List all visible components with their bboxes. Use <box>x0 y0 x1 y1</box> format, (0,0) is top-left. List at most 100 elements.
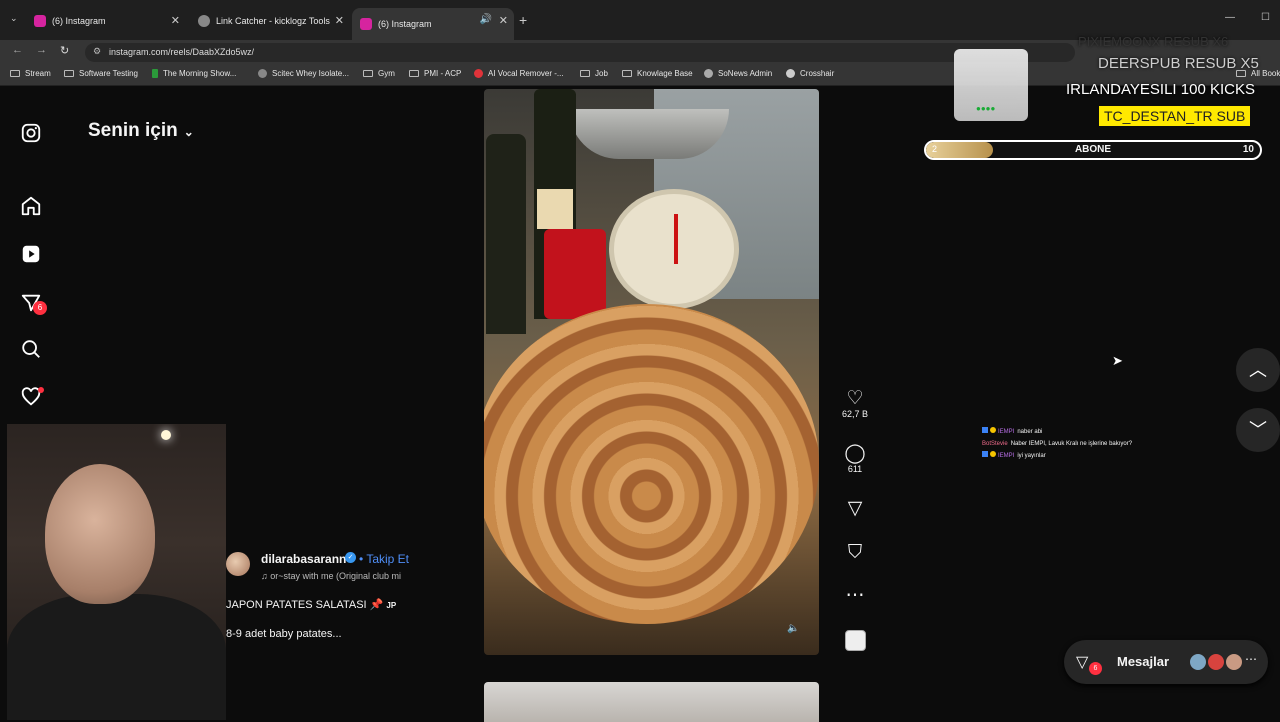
stream-cup-overlay: ●●●● <box>954 49 1028 121</box>
next-reel-preview[interactable] <box>484 682 819 722</box>
bookmark-icon: ⛉ <box>847 542 863 563</box>
share-icon: ▽ <box>847 498 863 519</box>
chat-line: BotStevie Naber IEMPI, Lavuk Kralı ne işl… <box>982 438 1132 450</box>
site-icon <box>474 69 483 78</box>
chat-text: naber abi <box>1017 429 1043 435</box>
bookmark-label: Gym <box>378 69 395 78</box>
bookmark-pmi-acp[interactable]: PMI - ACP <box>409 69 461 78</box>
bookmark-job[interactable]: Job <box>580 69 608 78</box>
wooden-bowl <box>484 304 819 624</box>
bookmark-label: SoNews Admin <box>718 69 773 78</box>
tab-search-icon[interactable]: ⌄ <box>10 13 18 24</box>
reload-icon[interactable]: ↻ <box>60 44 69 57</box>
previous-reel-button[interactable]: ︿ <box>1236 348 1280 392</box>
streamer-body <box>7 594 226 720</box>
save-button[interactable]: ⛉ <box>838 542 872 564</box>
minimize-icon[interactable]: — <box>1225 12 1235 23</box>
kitchen-scale <box>609 189 739 309</box>
url-input[interactable]: ⚙ instagram.com/reels/DaabXZdo5wz/ <box>85 43 1075 62</box>
more-options-button[interactable]: ⋯ <box>838 584 872 606</box>
site-icon <box>704 69 713 78</box>
bookmark-label: Job <box>595 69 608 78</box>
instagram-icon <box>360 18 372 30</box>
bookmark-label: Knowlage Base <box>637 69 693 78</box>
mute-icon[interactable]: 🔈 <box>787 623 799 634</box>
next-reel-button[interactable]: ﹀ <box>1236 408 1280 452</box>
chat-user: BotStevie <box>982 441 1008 447</box>
scale-pan <box>569 109 729 159</box>
bookmark-crosshair[interactable]: Crosshair <box>786 69 834 78</box>
reels-icon[interactable] <box>20 243 42 265</box>
avatar[interactable] <box>226 552 250 576</box>
scale-needle <box>674 214 678 264</box>
audio-thumbnail[interactable] <box>845 630 866 651</box>
audio-title: or~stay with me (Original club mi <box>270 571 402 581</box>
close-tab-icon[interactable]: ✕ <box>335 14 344 27</box>
home-icon[interactable] <box>20 195 42 217</box>
badge-icon <box>982 451 988 457</box>
badge-icon <box>982 427 988 433</box>
green-dots: ●●●● <box>976 104 996 113</box>
globe-icon <box>198 15 210 27</box>
bookmark-gym[interactable]: Gym <box>363 69 395 78</box>
folder-icon <box>363 70 373 77</box>
new-tab-button[interactable]: + <box>519 12 527 28</box>
site-icon <box>152 69 158 78</box>
comment-button[interactable]: ◯ 611 <box>838 442 872 474</box>
search-icon[interactable] <box>20 338 42 360</box>
feed-selector[interactable]: Senin için ⌄ <box>88 120 194 142</box>
follow-button[interactable]: • Takip Et <box>359 552 409 566</box>
bookmark-label: Stream <box>25 69 51 78</box>
comment-icon: ◯ <box>844 443 866 464</box>
webcam-overlay <box>7 424 226 720</box>
verified-badge-icon: ✓ <box>345 552 356 563</box>
caption-flag: JP <box>386 601 397 610</box>
avatar <box>1206 652 1226 672</box>
bookmark-ai-vocal[interactable]: AI Vocal Remover -... <box>474 69 564 78</box>
bookmark-sonews[interactable]: SoNews Admin <box>704 69 772 78</box>
close-tab-icon[interactable]: ✕ <box>171 14 180 27</box>
chat-line: IEMPI naber abi <box>982 426 1132 438</box>
streamer-face <box>45 464 155 604</box>
bookmark-knowlage-base[interactable]: Knowlage Base <box>622 69 693 78</box>
tab-instagram-1[interactable]: (6) Instagram ✕ <box>26 8 186 34</box>
stream-chat: IEMPI naber abi BotStevie Naber IEMPI, Lav… <box>982 426 1132 462</box>
avatar <box>1188 652 1208 672</box>
goal-target: 10 <box>1242 144 1254 155</box>
pin-icon: 📌 <box>369 599 384 611</box>
tab-title: Link Catcher - kicklogz Tools <box>216 16 330 26</box>
tab-instagram-2[interactable]: (6) Instagram 🔊 ✕ <box>352 8 514 40</box>
close-tab-icon[interactable]: ✕ <box>499 14 508 27</box>
speaker-icon[interactable]: 🔊 <box>480 14 492 25</box>
reel-video[interactable]: 🔈 <box>484 89 819 655</box>
instagram-logo-icon[interactable] <box>20 122 42 144</box>
tab-link-catcher[interactable]: Link Catcher - kicklogz Tools ✕ <box>190 8 350 34</box>
avatar <box>1224 652 1244 672</box>
share-button[interactable]: ▽ <box>838 497 872 519</box>
maximize-icon[interactable]: ☐ <box>1261 12 1270 23</box>
chevron-down-icon: ﹀ <box>1249 420 1267 440</box>
bookmark-scitec[interactable]: Scitec Whey Isolate... <box>258 69 349 78</box>
site-icon <box>786 69 795 78</box>
chat-line: IEMPI iyi yayınlar <box>982 450 1132 462</box>
badge-icon <box>990 451 996 457</box>
badge-icon <box>990 427 996 433</box>
window-controls: — ☐ <box>1225 12 1270 23</box>
bookmark-morning-show[interactable]: The Morning Show... <box>152 69 236 78</box>
audio-track[interactable]: ♫ or~stay with me (Original club mi <box>261 571 431 581</box>
bookmark-software-testing[interactable]: Software Testing <box>64 69 138 78</box>
back-icon[interactable]: ← <box>12 44 23 56</box>
forward-icon[interactable]: → <box>36 44 47 56</box>
chevron-down-icon: ⌄ <box>183 125 194 139</box>
music-note-icon: ♫ <box>261 571 268 581</box>
site-info-icon[interactable]: ⚙ <box>93 46 101 57</box>
caption-title: JAPON PATATES SALATASI 📌 JP <box>226 598 396 611</box>
username[interactable]: dilarabasarann <box>261 552 346 566</box>
messages-button[interactable]: ▽ 6 Mesajlar ⋯ <box>1064 640 1268 684</box>
messages-label: Mesajlar <box>1117 654 1170 669</box>
caption-title-text: JAPON PATATES SALATASI <box>226 599 367 611</box>
like-button[interactable]: ♡ 62,7 B <box>838 387 872 419</box>
bookmark-label: The Morning Show... <box>163 69 237 78</box>
bookmark-stream[interactable]: Stream <box>10 69 51 78</box>
separator: • <box>359 552 364 566</box>
